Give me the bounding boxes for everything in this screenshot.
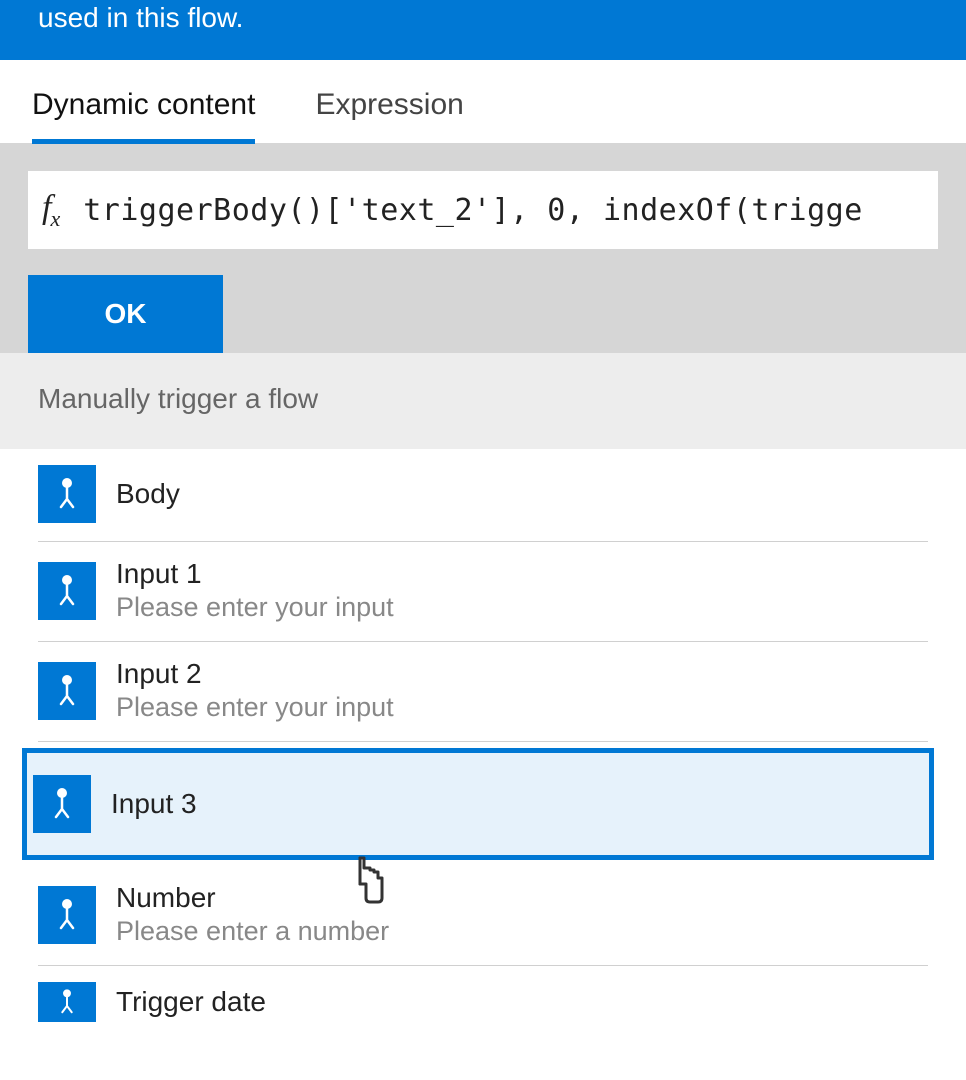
expression-area: fx triggerBody()['text_2'], 0, indexOf(t…	[0, 143, 966, 353]
item-title: Input 2	[116, 658, 394, 690]
item-title: Input 1	[116, 558, 394, 590]
dynamic-content-list: Body Input 1 Please enter your input Inp…	[0, 449, 966, 1040]
list-item-input-1[interactable]: Input 1 Please enter your input	[38, 542, 928, 642]
trigger-icon	[38, 465, 96, 523]
header-text: used in this flow.	[38, 0, 243, 36]
item-desc: Please enter your input	[116, 692, 394, 723]
tab-dynamic-content[interactable]: Dynamic content	[32, 88, 255, 142]
header-banner: used in this flow.	[0, 0, 966, 60]
item-desc: Please enter your input	[116, 592, 394, 623]
trigger-icon	[38, 982, 96, 1022]
list-item-input-3[interactable]: Input 3	[38, 742, 928, 866]
item-title: Number	[116, 882, 389, 914]
trigger-icon	[38, 662, 96, 720]
section-header: Manually trigger a flow	[0, 353, 966, 449]
list-item-number[interactable]: Number Please enter a number	[38, 866, 928, 966]
trigger-icon	[38, 562, 96, 620]
item-title: Trigger date	[116, 986, 266, 1018]
item-title: Input 3	[111, 788, 197, 820]
fx-icon: fx	[42, 189, 59, 232]
formula-input[interactable]: triggerBody()['text_2'], 0, indexOf(trig…	[83, 193, 924, 228]
list-item-body[interactable]: Body	[38, 449, 928, 542]
list-item-input-2[interactable]: Input 2 Please enter your input	[38, 642, 928, 742]
tab-expression[interactable]: Expression	[315, 88, 463, 142]
formula-bar[interactable]: fx triggerBody()['text_2'], 0, indexOf(t…	[28, 171, 938, 249]
trigger-icon	[38, 886, 96, 944]
tabs: Dynamic content Expression	[0, 60, 966, 143]
trigger-icon	[33, 775, 91, 833]
item-title: Body	[116, 478, 180, 510]
list-item-trigger-date[interactable]: Trigger date	[38, 966, 928, 1040]
item-desc: Please enter a number	[116, 916, 389, 947]
ok-button[interactable]: OK	[28, 275, 223, 353]
